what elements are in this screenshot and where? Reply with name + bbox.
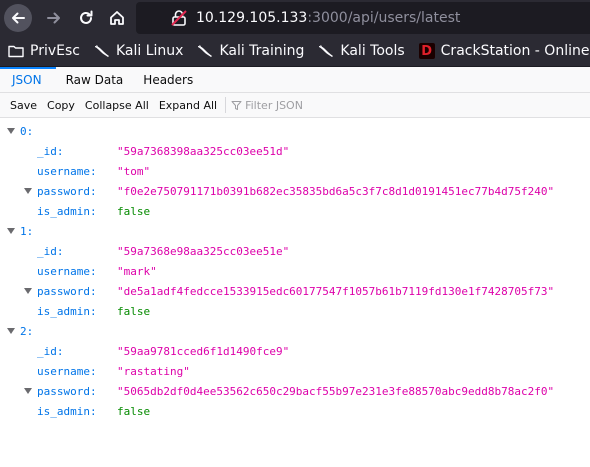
tree-row-id[interactable]: _id: "59a7368398aa325cc03ee51d" — [0, 141, 590, 161]
crackstation-letter: D — [418, 43, 435, 59]
expand-arrow-icon[interactable] — [23, 386, 33, 396]
expand-arrow-icon[interactable] — [6, 326, 16, 336]
array-index: 0: — [20, 124, 34, 138]
string-value: "59a7368e98aa325cc03ee51e" — [117, 244, 290, 258]
browser-navbar: 10.129.105.133:3000/api/users/latest — [0, 0, 590, 36]
tree-row-id[interactable]: _id: "59aa9781cced6f1d1490fce9" — [0, 341, 590, 361]
string-value: "tom" — [117, 164, 151, 178]
bookmarks-toolbar: PrivEsc Kali Linux Kali Training Kali To… — [0, 36, 590, 67]
tree-row-is-admin[interactable]: is_admin: false — [0, 201, 590, 221]
bookmark-label: Kali Linux — [115, 43, 184, 59]
crackstation-icon: D — [418, 43, 435, 59]
string-value: "59aa9781cced6f1d1490fce9" — [117, 344, 290, 358]
expand-all-button[interactable]: Expand All — [154, 99, 222, 112]
tree-row-is-admin[interactable]: is_admin: false — [0, 301, 590, 321]
key-label: is_admin: — [37, 204, 97, 218]
reload-button[interactable] — [72, 4, 100, 32]
array-index: 1: — [20, 224, 34, 238]
filter-icon — [231, 100, 242, 110]
tree-row-username[interactable]: username: "tom" — [0, 161, 590, 181]
tab-json[interactable]: JSON — [0, 67, 56, 92]
tree-row-index[interactable]: 2: — [0, 321, 590, 341]
kali-dragon-icon — [318, 44, 334, 58]
string-value: "5065db2df0d4ee53562c650c29bacf55b97e231… — [117, 384, 555, 398]
tab-raw-data[interactable]: Raw Data — [56, 67, 134, 92]
tree-row-username[interactable]: username: "rastating" — [0, 361, 590, 381]
reload-icon — [80, 10, 93, 24]
toolbar-divider — [225, 97, 227, 113]
key-label: _id: — [37, 344, 64, 358]
string-value: "rastating" — [117, 364, 190, 378]
filter-placeholder: Filter JSON — [245, 98, 303, 112]
tree-row-username[interactable]: username: "mark" — [0, 261, 590, 281]
url-path: :3000/api/users/latest — [307, 10, 461, 26]
bookmark-privesc[interactable]: PrivEsc — [8, 43, 80, 59]
expand-arrow-icon[interactable] — [6, 126, 16, 136]
arrow-left-icon — [12, 12, 25, 24]
tree-row-index[interactable]: 1: — [0, 221, 590, 241]
string-value: "de5a1adf4fedcce1533915edc60177547f1057b… — [117, 284, 555, 298]
url-bar[interactable]: 10.129.105.133:3000/api/users/latest — [136, 2, 590, 34]
key-label: username: — [37, 264, 97, 278]
copy-button[interactable]: Copy — [42, 99, 80, 112]
key-label: password: — [37, 184, 97, 198]
key-label: _id: — [37, 244, 64, 258]
save-button[interactable]: Save — [0, 99, 42, 112]
key-label: password: — [37, 384, 97, 398]
tree-row-id[interactable]: _id: "59a7368e98aa325cc03ee51e" — [0, 241, 590, 261]
collapse-all-button[interactable]: Collapse All — [80, 99, 154, 112]
bookmark-kali-tools[interactable]: Kali Tools — [318, 43, 405, 59]
kali-dragon-icon — [94, 44, 110, 58]
home-icon — [110, 11, 124, 25]
bookmark-kali-linux[interactable]: Kali Linux — [94, 43, 183, 59]
tree-row-password[interactable]: password: "f0e2e750791171b0391b682ec3583… — [0, 181, 590, 201]
forward-button[interactable] — [40, 4, 68, 32]
expand-arrow-icon[interactable] — [23, 186, 33, 196]
boolean-value: false — [117, 404, 151, 418]
bookmark-kali-training[interactable]: Kali Training — [197, 43, 304, 59]
boolean-value: false — [117, 204, 151, 218]
tree-row-is-admin[interactable]: is_admin: false — [0, 401, 590, 421]
folder-icon — [8, 44, 24, 58]
array-index: 2: — [20, 324, 34, 338]
boolean-value: false — [117, 304, 151, 318]
tree-row-password[interactable]: password: "de5a1adf4fedcce1533915edc6017… — [0, 281, 590, 301]
tree-row-index[interactable]: 0: — [0, 121, 590, 141]
insecure-lock-icon[interactable] — [170, 8, 190, 28]
bookmark-label: Kali Training — [219, 43, 305, 59]
string-value: "f0e2e750791171b0391b682ec35835bd6a5c3f7… — [117, 184, 555, 198]
key-label: is_admin: — [37, 404, 97, 418]
kali-dragon-icon — [197, 44, 213, 58]
expand-arrow-icon[interactable] — [23, 286, 33, 296]
expand-arrow-icon[interactable] — [6, 226, 16, 236]
viewer-tabs: JSON Raw Data Headers — [0, 67, 590, 93]
tab-headers[interactable]: Headers — [133, 67, 203, 92]
string-value: "mark" — [117, 264, 157, 278]
home-button[interactable] — [103, 4, 131, 32]
back-button[interactable] — [4, 4, 32, 32]
string-value: "59a7368398aa325cc03ee51d" — [117, 144, 290, 158]
tree-row-password[interactable]: password: "5065db2df0d4ee53562c650c29bac… — [0, 381, 590, 401]
bookmark-label: CrackStation - Online ... — [440, 43, 590, 59]
bookmark-label: PrivEsc — [30, 43, 80, 59]
bookmark-crackstation[interactable]: D CrackStation - Online ... — [418, 43, 590, 59]
url-host: 10.129.105.133 — [196, 10, 308, 26]
key-label: _id: — [37, 144, 64, 158]
key-label: username: — [37, 364, 97, 378]
key-label: username: — [37, 164, 97, 178]
json-toolbar: Save Copy Collapse All Expand All Filter… — [0, 93, 590, 118]
key-label: password: — [37, 284, 97, 298]
bookmark-label: Kali Tools — [340, 43, 405, 59]
json-tree: 0: _id: "59a7368398aa325cc03ee51d" usern… — [0, 118, 590, 421]
filter-json-input[interactable]: Filter JSON — [231, 99, 303, 112]
key-label: is_admin: — [37, 304, 97, 318]
arrow-right-icon — [47, 12, 60, 24]
